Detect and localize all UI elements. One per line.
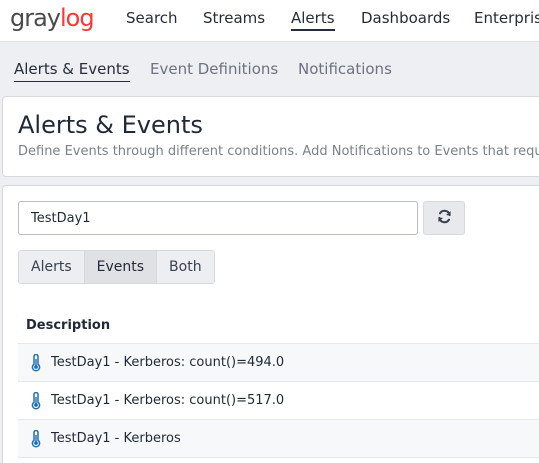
table-row[interactable]: TestDay1 - Kerberos: count()=517.0 [18,382,539,420]
thermometer-icon [30,429,42,448]
logo-text-gray: gray [10,4,61,32]
subnav-event-definitions[interactable]: Event Definitions [150,60,278,78]
event-description: TestDay1 - Kerberos: count()=494.0 [51,355,285,370]
nav-search[interactable]: Search [126,9,178,27]
filter-alerts-button[interactable]: Alerts [19,251,85,283]
event-description: TestDay1 - Kerberos: count()=517.0 [51,393,285,408]
filter-both-button[interactable]: Both [157,251,214,283]
thermometer-icon [30,391,42,410]
events-panel: Alerts Events Both Description TestDay1 … [2,185,539,463]
refresh-button[interactable] [423,201,465,235]
subnav-alerts-events[interactable]: Alerts & Events [14,60,130,82]
refresh-icon [437,209,452,228]
search-input[interactable] [18,201,418,235]
nav-enterprise[interactable]: Enterprise [474,9,539,27]
sub-navbar: Alerts & Events Event Definitions Notifi… [0,42,539,95]
table-row[interactable]: TestDay1 - Kerberos [18,420,539,458]
thermometer-icon [30,353,42,372]
page-title: Alerts & Events [18,111,203,139]
nav-alerts[interactable]: Alerts [291,9,335,31]
event-type-filter: Alerts Events Both [18,250,215,284]
subnav-notifications[interactable]: Notifications [298,60,392,78]
table-row[interactable]: TestDay1 - Kerberos: count()=494.0 [18,344,539,382]
events-table: Description TestDay1 - Kerberos: count()… [18,308,539,458]
graylog-logo[interactable]: graylog [10,4,95,32]
filter-events-button[interactable]: Events [84,251,158,283]
page-description: Define Events through different conditio… [18,144,539,159]
nav-dashboards[interactable]: Dashboards [361,9,450,27]
logo-text-red: log [60,4,95,32]
page-header-panel: Alerts & Events Define Events through di… [2,96,539,177]
event-description: TestDay1 - Kerberos [51,431,181,446]
top-navbar: graylog Search Streams Alerts Dashboards… [0,0,539,42]
column-header-description[interactable]: Description [18,308,539,344]
nav-streams[interactable]: Streams [203,9,265,27]
